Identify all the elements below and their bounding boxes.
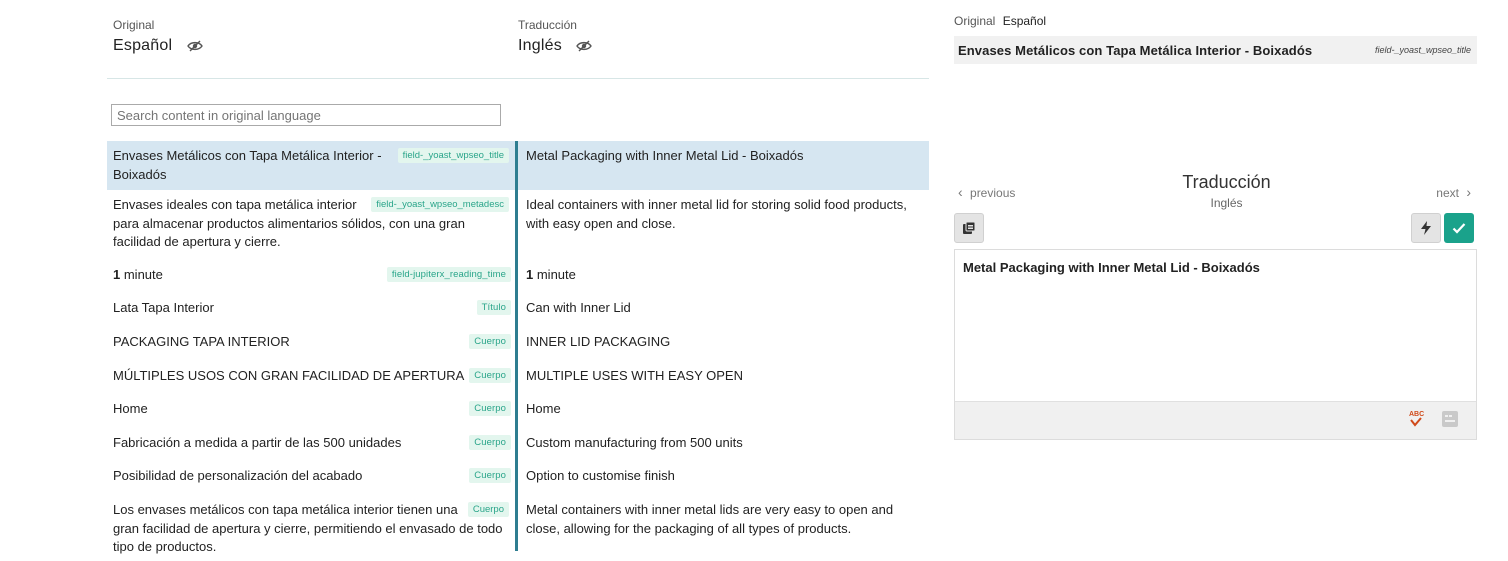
translation-cell: Custom manufacturing from 500 units <box>526 435 743 450</box>
field-tag: Título <box>476 300 511 315</box>
save-button[interactable] <box>1444 213 1474 243</box>
editor-toolbar: ABC <box>955 401 1476 439</box>
translation-caption: Traducción <box>518 18 577 32</box>
translation-language-column: Traducción Inglés <box>518 18 593 55</box>
field-tag: field-_yoast_wpseo_metadesc <box>371 197 509 212</box>
translation-cell: Option to customise finish <box>526 468 675 483</box>
field-tag: Cuerpo <box>467 502 509 517</box>
table-row[interactable]: field-_yoast_wpseo_title Envases Metálic… <box>107 141 929 190</box>
translation-editor[interactable]: Metal Packaging with Inner Metal Lid - B… <box>954 249 1477 440</box>
original-text: Posibilidad de personalización del acaba… <box>113 468 363 483</box>
original-cell: Título Lata Tapa Interior <box>107 293 515 327</box>
string-navigation: ‹ previous Traducción Inglés next › <box>954 172 1477 212</box>
translation-cell: Ideal containers with inner metal lid fo… <box>526 197 907 231</box>
svg-text:ABC: ABC <box>1409 411 1424 418</box>
translation-cell: Can with Inner Lid <box>526 300 631 315</box>
original-text: PACKAGING TAPA INTERIOR <box>113 334 290 349</box>
field-tag: Cuerpo <box>469 435 511 450</box>
panel-original-text: Envases Metálicos con Tapa Metálica Inte… <box>958 43 1313 58</box>
machine-translate-button[interactable] <box>1411 213 1441 243</box>
table-row[interactable]: Cuerpo PACKAGING TAPA INTERIOR INNER LID… <box>107 327 929 361</box>
translation-cell: Metal containers with inner metal lids a… <box>526 502 894 536</box>
copy-original-button[interactable] <box>954 213 984 243</box>
translation-editor-panel: Original Español Envases Metálicos con T… <box>954 0 1477 561</box>
translation-cell: INNER LID PACKAGING <box>526 334 671 349</box>
table-row[interactable]: field-jupiterx_reading_time 1 minute 1 m… <box>107 260 929 293</box>
original-cell: Cuerpo Posibilidad de personalización de… <box>107 461 515 495</box>
editor-text[interactable]: Metal Packaging with Inner Metal Lid - B… <box>963 260 1260 275</box>
translation-cell: MULTIPLE USES WITH EASY OPEN <box>526 368 743 383</box>
original-cell: Cuerpo PACKAGING TAPA INTERIOR <box>107 327 515 361</box>
spellcheck-icon[interactable]: ABC <box>1408 408 1424 430</box>
next-label: next <box>1436 186 1459 200</box>
translation-cell: 1 minute <box>518 260 929 293</box>
translation-list-area: Original Español Traducción Inglés field… <box>107 0 929 561</box>
original-cell: field-_yoast_wpseo_metadesc Envases idea… <box>107 190 515 260</box>
field-tag: Cuerpo <box>469 368 511 383</box>
eye-slash-icon[interactable] <box>186 40 203 52</box>
table-row[interactable]: Cuerpo Los envases metálicos con tapa me… <box>107 495 929 554</box>
translation-text: minute <box>533 267 576 282</box>
field-tag: field-_yoast_wpseo_title <box>397 148 509 163</box>
original-cell: field-_yoast_wpseo_title Envases Metálic… <box>107 141 515 190</box>
table-row[interactable]: Cuerpo Home Home <box>107 394 929 428</box>
original-cell: field-jupiterx_reading_time 1 minute <box>107 260 515 293</box>
original-language-name: Español <box>113 37 173 54</box>
original-text: Fabricación a medida a partir de las 500… <box>113 435 402 450</box>
original-text: Home <box>113 401 148 416</box>
checkmark-icon <box>1452 223 1466 234</box>
table-row[interactable]: Cuerpo Posibilidad de personalización de… <box>107 461 929 495</box>
language-header: Original Español Traducción Inglés <box>107 0 929 79</box>
original-text: Lata Tapa Interior <box>113 300 214 315</box>
lightning-icon <box>1421 221 1431 235</box>
original-text: Envases Metálicos con Tapa Metálica Inte… <box>113 148 382 182</box>
keyboard-icon[interactable] <box>1442 411 1458 427</box>
original-cell: Cuerpo Fabricación a medida a partir de … <box>107 428 515 461</box>
translation-cell: Home <box>526 401 561 416</box>
panel-original-caption: Original <box>954 14 996 28</box>
original-cell: Cuerpo Los envases metálicos con tapa me… <box>107 495 515 554</box>
panel-title: Traducción <box>1182 172 1271 192</box>
field-tag: Cuerpo <box>469 334 511 349</box>
field-tag: Cuerpo <box>469 401 511 416</box>
original-text: Los envases metálicos con tapa metálica … <box>113 502 503 554</box>
chevron-right-icon: › <box>1466 184 1471 200</box>
panel-original-language: Español <box>1002 14 1047 28</box>
next-button[interactable]: next › <box>1436 184 1471 200</box>
original-text: minute <box>120 267 163 282</box>
panel-original-field: field-_yoast_wpseo_title <box>1374 45 1471 55</box>
panel-original-box: Envases Metálicos con Tapa Metálica Inte… <box>954 36 1477 64</box>
search-input[interactable] <box>111 104 501 126</box>
table-row[interactable]: Cuerpo MÚLTIPLES USOS CON GRAN FACILIDAD… <box>107 361 929 394</box>
panel-subtitle: Inglés <box>1210 196 1243 210</box>
copy-original-icon <box>963 221 976 234</box>
string-list: field-_yoast_wpseo_title Envases Metálic… <box>107 141 929 554</box>
field-tag: Cuerpo <box>469 468 511 483</box>
table-row[interactable]: Cuerpo Fabricación a medida a partir de … <box>107 428 929 461</box>
original-text: MÚLTIPLES USOS CON GRAN FACILIDAD DE APE… <box>113 368 465 383</box>
original-cell: Cuerpo Home <box>107 394 515 428</box>
original-caption: Original <box>113 18 155 32</box>
panel-original-header: Original Español <box>954 14 1046 28</box>
original-cell: Cuerpo MÚLTIPLES USOS CON GRAN FACILIDAD… <box>107 361 515 394</box>
field-tag: field-jupiterx_reading_time <box>386 267 511 282</box>
translation-language-name: Inglés <box>518 37 562 54</box>
translation-cell: Metal Packaging with Inner Metal Lid - B… <box>526 148 804 163</box>
original-language-column: Original Español <box>113 18 203 55</box>
eye-slash-icon[interactable] <box>576 40 593 52</box>
table-row[interactable]: Título Lata Tapa Interior Can with Inner… <box>107 293 929 327</box>
table-row[interactable]: field-_yoast_wpseo_metadesc Envases idea… <box>107 190 929 260</box>
